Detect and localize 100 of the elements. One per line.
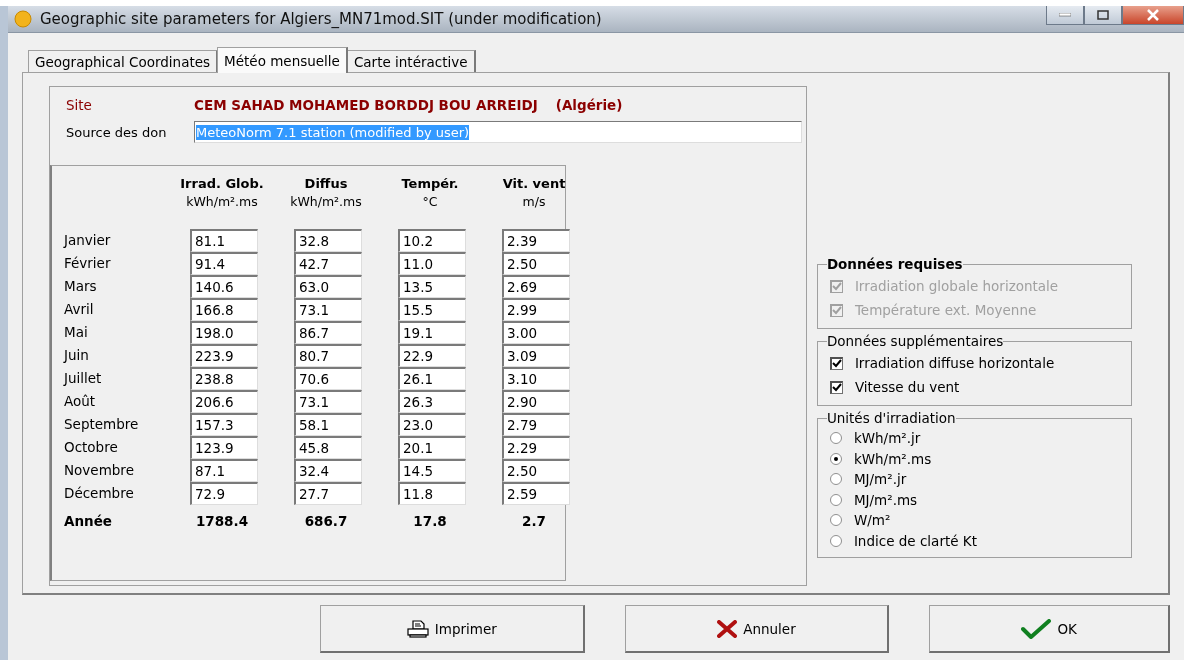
value-field[interactable]: 27.7 (294, 482, 362, 505)
value-field[interactable]: 86.7 (294, 321, 362, 344)
value-field[interactable]: 58.1 (294, 413, 362, 436)
value-field[interactable]: 72.9 (190, 482, 258, 505)
app-icon (14, 10, 32, 28)
value-field[interactable]: 223.9 (190, 344, 258, 367)
radio-option[interactable]: kWh/m².jr (829, 428, 1121, 449)
checkbox[interactable] (829, 380, 843, 394)
value-field[interactable]: 73.1 (294, 390, 362, 413)
radio-button[interactable] (829, 493, 842, 506)
radio-option[interactable]: MJ/m².ms (829, 489, 1121, 510)
month-label: Septembre (64, 415, 140, 434)
radio-button[interactable] (829, 473, 842, 486)
month-label: Octobre (64, 438, 119, 457)
value-field[interactable]: 26.3 (398, 390, 466, 413)
value-field[interactable]: 3.09 (502, 344, 570, 367)
value-field[interactable]: 123.9 (190, 436, 258, 459)
value-field[interactable]: 73.1 (294, 298, 362, 321)
close-button[interactable] (1122, 6, 1184, 25)
value-field[interactable]: 198.0 (190, 321, 258, 344)
window-title: Geographic site parameters for Algiers_MN71mod.SIT (under modification) (40, 10, 602, 28)
checkbox-row[interactable]: Irradiation diffuse horizontale (829, 351, 1121, 375)
group-title: Unités d'irradiation (826, 410, 956, 426)
ok-button[interactable]: OK (929, 605, 1170, 653)
radio-option[interactable]: Indice de clarté Kt (829, 530, 1121, 551)
total-value: 1788.4 (194, 513, 250, 529)
column-header: Tempér. (400, 176, 460, 191)
minimize-button[interactable] (1046, 6, 1084, 25)
value-field[interactable]: 13.5 (398, 275, 466, 298)
radio-button[interactable] (829, 452, 842, 465)
value-field[interactable]: 166.8 (190, 298, 258, 321)
month-label: Février (64, 254, 112, 273)
value-field[interactable]: 2.90 (502, 390, 570, 413)
value-field[interactable]: 2.79 (502, 413, 570, 436)
value-field[interactable]: 238.8 (190, 367, 258, 390)
column-header: Irrad. Glob. (179, 176, 265, 191)
value-field[interactable]: 23.0 (398, 413, 466, 436)
value-field[interactable]: 157.3 (190, 413, 258, 436)
value-field[interactable]: 2.50 (502, 252, 570, 275)
tab[interactable]: Geographical Coordinates (28, 50, 219, 72)
total-value: 2.7 (521, 513, 547, 529)
value-field[interactable]: 3.00 (502, 321, 570, 344)
cross-icon (717, 619, 738, 638)
value-field[interactable]: 22.9 (398, 344, 466, 367)
value-field[interactable]: 2.50 (502, 459, 570, 482)
value-field[interactable]: 11.0 (398, 252, 466, 275)
value-field[interactable]: 32.4 (294, 459, 362, 482)
value-field[interactable]: 91.4 (190, 252, 258, 275)
radio-option[interactable]: W/m² (829, 510, 1121, 531)
value-field[interactable]: 2.99 (502, 298, 570, 321)
month-label: Décembre (64, 484, 135, 503)
cancel-button[interactable]: Annuler (624, 605, 890, 653)
print-button[interactable]: Imprimer (320, 605, 585, 653)
value-field[interactable]: 2.69 (502, 275, 570, 298)
checkbox-row[interactable]: Vitesse du vent (829, 375, 1121, 399)
checkmark-icon (1021, 618, 1052, 639)
maximize-button[interactable] (1084, 6, 1122, 25)
value-field[interactable]: 2.39 (502, 229, 570, 252)
value-field[interactable]: 81.1 (190, 229, 258, 252)
month-label: Novembre (64, 461, 135, 480)
value-field[interactable]: 15.5 (398, 298, 466, 321)
value-field[interactable]: 3.10 (502, 367, 570, 390)
tab[interactable]: Carte intéractive (346, 50, 476, 72)
value-field[interactable]: 32.8 (294, 229, 362, 252)
site-country: (Algérie) (555, 97, 623, 113)
total-label: Année (64, 513, 113, 529)
value-field[interactable]: 26.1 (398, 367, 466, 390)
printer-icon (406, 619, 429, 638)
value-field[interactable]: 206.6 (190, 390, 258, 413)
value-field[interactable]: 20.1 (398, 436, 466, 459)
radio-option[interactable]: kWh/m².ms (829, 448, 1121, 469)
group-title: Données supplémentaires (826, 333, 1004, 349)
value-field[interactable]: 42.7 (294, 252, 362, 275)
close-icon (1146, 9, 1160, 21)
tab[interactable]: Météo mensuelle (217, 47, 348, 73)
value-field[interactable]: 80.7 (294, 344, 362, 367)
month-label: Mai (64, 323, 89, 342)
value-field[interactable]: 11.8 (398, 482, 466, 505)
radio-option[interactable]: MJ/m².jr (829, 469, 1121, 490)
value-field[interactable]: 87.1 (190, 459, 258, 482)
radio-button[interactable] (829, 432, 842, 445)
value-field[interactable]: 70.6 (294, 367, 362, 390)
value-field[interactable]: 2.59 (502, 482, 570, 505)
source-label: Source des don (66, 124, 168, 140)
value-field[interactable]: 14.5 (398, 459, 466, 482)
checkbox-row: Température ext. Moyenne (829, 298, 1121, 322)
radio-button[interactable] (829, 534, 842, 547)
value-field[interactable]: 140.6 (190, 275, 258, 298)
value-field[interactable]: 2.29 (502, 436, 570, 459)
month-label: Mars (64, 277, 98, 296)
value-field[interactable]: 45.8 (294, 436, 362, 459)
radio-button[interactable] (829, 514, 842, 527)
site-label: Site (66, 97, 93, 113)
minimize-icon (1059, 13, 1071, 17)
month-label: Juillet (64, 369, 103, 388)
value-field[interactable]: 10.2 (398, 229, 466, 252)
value-field[interactable]: 63.0 (294, 275, 362, 298)
group-title: Données requises (826, 256, 963, 272)
checkbox[interactable] (829, 356, 843, 370)
value-field[interactable]: 19.1 (398, 321, 466, 344)
